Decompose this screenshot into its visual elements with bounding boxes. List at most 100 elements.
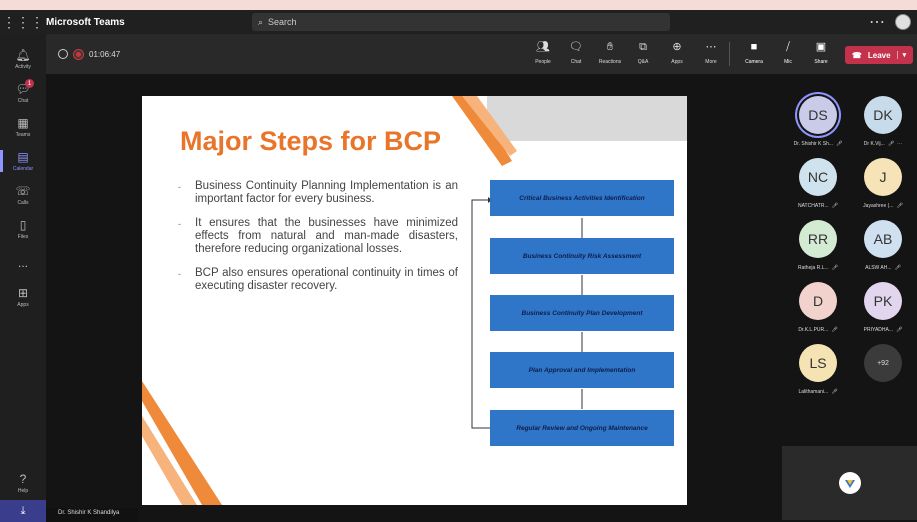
flow-step-2: Business Continuity Risk Assessment — [490, 238, 674, 274]
share-icon: ▣ — [815, 41, 827, 53]
camera-icon: ■ — [750, 41, 758, 53]
chat-button[interactable]: 🗨︎ Chat — [561, 40, 591, 70]
help-icon: ? — [19, 471, 27, 486]
flow-step-3: Business Continuity Plan Development — [490, 295, 674, 331]
participant-tile[interactable]: D Dr.K.L.PUR... 🎤︎ — [788, 282, 848, 342]
controls-divider — [729, 42, 730, 66]
slide-title: Major Steps for BCP — [180, 126, 442, 156]
participant-name: Ratheja R.L... — [798, 265, 829, 271]
participant-name: Dr K.Vij... — [863, 141, 885, 147]
participant-tile[interactable]: J Jayashree (... 🎤︎ — [853, 158, 913, 218]
leave-button[interactable]: ☎ Leave ▾ — [845, 46, 913, 64]
teams-icon: ▦ — [17, 115, 29, 130]
participant-name: Jayashree (... — [863, 203, 894, 209]
chevron-down-icon[interactable]: ▾ — [896, 51, 906, 59]
recording-status: 01:06:47 — [58, 49, 120, 59]
recording-dot-icon — [74, 49, 83, 59]
share-button[interactable]: ▣ Share — [806, 40, 836, 70]
phone-icon: ☎ — [851, 50, 862, 60]
mic-off-icon: 🎤︎ — [831, 389, 838, 395]
avatar: PK — [864, 282, 902, 320]
bullet-item: - Business Continuity Planning Implement… — [178, 180, 458, 205]
title-bar: ⋮⋮⋮ Microsoft Teams ⌕ Search ⋯ — [0, 10, 917, 34]
profile-avatar[interactable] — [895, 14, 911, 30]
search-icon: ⌕ — [258, 16, 264, 27]
participant-name: Dr.K.L.PUR... — [798, 327, 829, 333]
apps-icon: ⊕ — [672, 41, 682, 53]
avatar: DS — [799, 96, 837, 134]
participant-tile[interactable]: DS Dr. Shishir K Sh... 🎤︎ — [788, 96, 848, 156]
avatar: RR — [799, 220, 837, 258]
more-button[interactable]: ⋯ More — [696, 40, 726, 70]
avatar: D — [799, 282, 837, 320]
meeting-info-icon[interactable] — [58, 49, 68, 59]
bullet-marker: - — [178, 269, 181, 279]
mic-off-icon: 🎤︎ — [894, 265, 901, 271]
mic-off-icon: ⧸ — [786, 41, 790, 53]
avatar: AB — [864, 220, 902, 258]
qa-icon: ⧉ — [639, 41, 647, 53]
calendar-icon: ▤ — [17, 149, 29, 164]
mic-off-icon: 🎤︎ — [896, 327, 903, 333]
reactions-button[interactable]: ✋︎ Reactions — [595, 40, 625, 70]
qa-button[interactable]: ⧉ Q&A — [628, 40, 658, 70]
rail-item-more[interactable]: ... — [0, 246, 46, 280]
bullet-item: - It ensures that the businesses have mi… — [178, 217, 458, 255]
avatar: J — [864, 158, 902, 196]
participant-tile[interactable]: LS Lalithamani... 🎤︎ — [788, 344, 848, 404]
participant-name: Lalithamani... — [798, 389, 829, 395]
top-right-tools: ⋯ — [869, 12, 917, 32]
search-placeholder: Search — [268, 17, 297, 27]
bullet-marker: - — [178, 182, 181, 192]
meeting-stage: 01:06:47 👥︎ People 🗨︎ Chat ✋︎ Reactions … — [46, 34, 917, 522]
more-options-icon[interactable]: ⋯ — [897, 141, 902, 147]
people-button[interactable]: 👥︎ People — [528, 40, 558, 70]
bell-icon: 🔔︎ — [15, 47, 31, 62]
more-options-icon[interactable]: ⋯ — [869, 12, 885, 32]
participant-tile[interactable]: RR Ratheja R.L... 🎤︎ — [788, 220, 848, 280]
download-icon[interactable]: ⤓ — [0, 500, 46, 522]
flow-step-4: Plan Approval and Implementation — [490, 352, 674, 388]
more-icon: ... — [17, 256, 28, 270]
avatar: NC — [799, 158, 837, 196]
meeting-controls: 01:06:47 👥︎ People 🗨︎ Chat ✋︎ Reactions … — [46, 34, 917, 74]
participant-name: Dr. Shishir K Sh... — [793, 141, 834, 147]
mic-button[interactable]: ⧸ Mic — [773, 40, 803, 70]
rail-item-apps[interactable]: ⊞ Apps — [0, 280, 46, 314]
flow-step-5: Regular Review and Ongoing Maintenance — [490, 410, 674, 446]
mic-off-icon: 🎤︎ — [836, 141, 843, 147]
more-participants-button[interactable]: +92 — [853, 344, 913, 404]
mic-off-icon: 🎤︎ — [896, 203, 903, 209]
teams-window: ⋮⋮⋮ Microsoft Teams ⌕ Search ⋯ 🔔︎ Activi… — [0, 0, 917, 522]
participant-tile[interactable]: AB ALSW AH... 🎤︎ — [853, 220, 913, 280]
participant-tile[interactable]: PK PRIYADHA... 🎤︎ — [853, 282, 913, 342]
phone-icon: ☏ — [15, 183, 31, 198]
mic-off-icon: 🎤︎ — [831, 327, 838, 333]
reactions-icon: ✋︎ — [606, 41, 614, 53]
participant-tile[interactable]: NC NATCHATR... 🎤︎ — [788, 158, 848, 218]
mic-off-icon: 🎤︎ — [831, 203, 838, 209]
app-name: Microsoft Teams — [46, 16, 125, 28]
apps-button[interactable]: ⊕ Apps — [662, 40, 692, 70]
rail-item-chat[interactable]: 💬︎ 1 Chat — [0, 76, 46, 110]
rail-item-teams[interactable]: ▦ Teams — [0, 110, 46, 144]
flow-loop-line — [471, 199, 490, 429]
organizer-logo-tile — [782, 446, 917, 520]
rail-item-help[interactable]: ? Help — [0, 466, 46, 500]
rail-item-activity[interactable]: 🔔︎ Activity — [0, 42, 46, 76]
rail-item-files[interactable]: ▯ Files — [0, 212, 46, 246]
participant-name: PRIYADHA... — [863, 327, 893, 333]
camera-button[interactable]: ■ Camera — [739, 40, 769, 70]
avatar: LS — [799, 344, 837, 382]
search-input[interactable]: ⌕ Search — [252, 13, 670, 31]
participant-tile[interactable]: DK Dr K.Vij... 🎤︎ ⋯ — [853, 96, 913, 156]
chat-icon: 🗨︎ — [569, 41, 583, 53]
rail-item-calendar[interactable]: ▤ Calendar — [0, 144, 46, 178]
unread-badge: 1 — [25, 79, 34, 88]
rail-item-calls[interactable]: ☏ Calls — [0, 178, 46, 212]
more-icon: ⋯ — [705, 41, 717, 53]
app-launcher-icon[interactable]: ⋮⋮⋮ — [0, 10, 46, 34]
organization-logo — [838, 472, 861, 494]
presenter-name: Dr. Shishir K Shandilya — [58, 510, 120, 516]
mic-off-icon: 🎤︎ — [831, 265, 838, 271]
